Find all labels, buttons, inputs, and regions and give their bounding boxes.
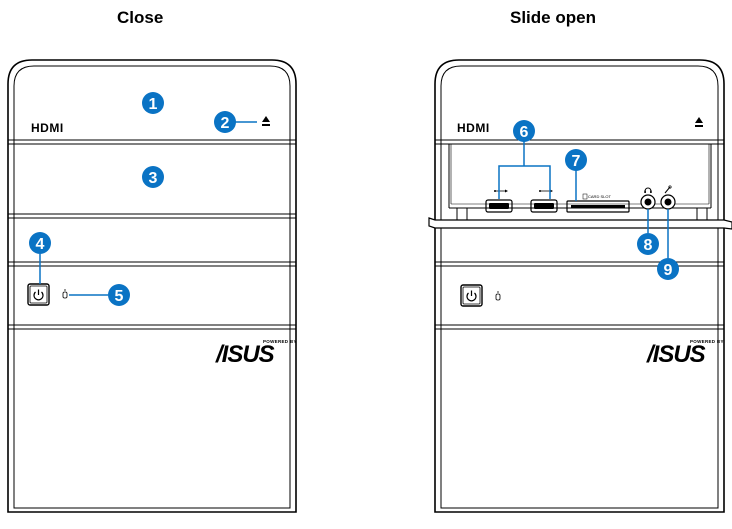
headphone-jack — [640, 194, 656, 210]
brand-logo: POWERED BY /ISUS — [215, 339, 296, 368]
hdmi-label: HDMI — [31, 121, 64, 135]
svg-text:CARD SLOT: CARD SLOT — [588, 194, 611, 199]
callout-1: 1 — [142, 92, 164, 114]
callout-6: 6 — [513, 120, 535, 142]
usb-icon — [494, 189, 508, 193]
microphone-jack — [660, 194, 676, 210]
callout-9: 9 — [657, 258, 679, 280]
hdd-led-icon — [495, 291, 501, 301]
usb-icon — [539, 189, 553, 193]
power-button[interactable] — [460, 284, 483, 307]
callout-7: 7 — [565, 149, 587, 171]
callout-8: 8 — [637, 233, 659, 255]
front-panel-diagram: HDMI POWERED BY /ISUS 1 2 3 4 5 HDMI CAR… — [7, 59, 732, 513]
svg-text:8: 8 — [644, 237, 653, 254]
usb-port-2 — [530, 199, 558, 213]
svg-text:1: 1 — [149, 96, 158, 113]
svg-text:4: 4 — [36, 236, 45, 253]
callout-3: 3 — [142, 166, 164, 188]
svg-text:7: 7 — [572, 153, 581, 170]
svg-text:9: 9 — [664, 262, 673, 279]
svg-text:5: 5 — [115, 288, 124, 305]
eject-icon — [695, 117, 703, 127]
power-button[interactable] — [27, 283, 50, 306]
usb-port-1 — [485, 199, 513, 213]
closed-front-panel: HDMI POWERED BY /ISUS 1 2 3 4 5 — [7, 59, 297, 513]
svg-text:/ISUS: /ISUS — [646, 341, 706, 368]
svg-text:6: 6 — [520, 124, 529, 141]
callout-4: 4 — [29, 232, 51, 254]
callout-5: 5 — [108, 284, 130, 306]
microphone-icon — [664, 185, 672, 194]
svg-text:2: 2 — [221, 115, 230, 132]
headphone-icon — [644, 187, 652, 193]
hdd-led-icon — [62, 289, 68, 299]
svg-text:3: 3 — [149, 170, 158, 187]
brand-logo: POWERED BY /ISUS — [646, 339, 723, 368]
hdmi-label-open: HDMI — [457, 121, 490, 135]
eject-icon — [262, 116, 270, 126]
svg-text:/ISUS: /ISUS — [215, 341, 275, 368]
callout-2: 2 — [214, 111, 236, 133]
open-front-panel: HDMI CARD SLOT POWERED BY /ISUS 6 7 8 9 — [428, 59, 732, 513]
